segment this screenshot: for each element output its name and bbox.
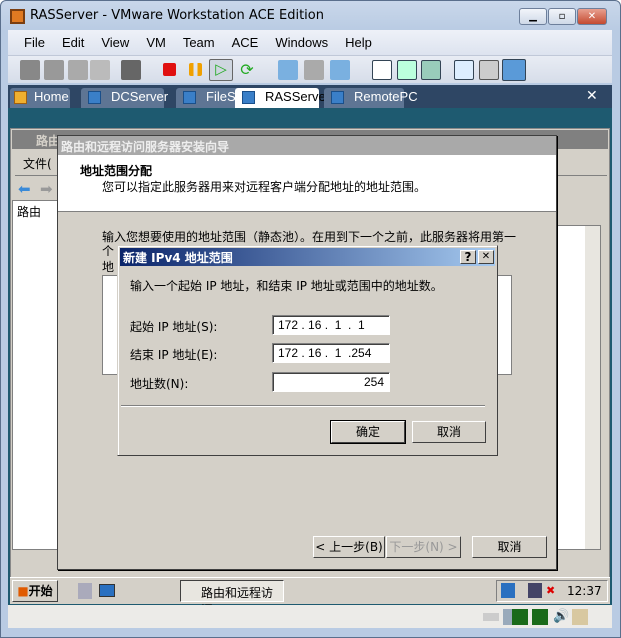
menu-windows[interactable]: Windows xyxy=(275,35,328,50)
pause-icon[interactable] xyxy=(189,63,202,76)
scrollbar[interactable] xyxy=(585,226,600,549)
vmware-logo-icon xyxy=(10,9,25,24)
vm-icon xyxy=(242,91,255,104)
network-tray-icon[interactable] xyxy=(501,583,515,598)
snapshot-icon[interactable] xyxy=(278,60,298,80)
start-ip-input[interactable]: 172 . 16 . 1 . 1 xyxy=(272,315,390,335)
tab-dcserver[interactable]: DCServer xyxy=(81,88,168,108)
forward-arrow-icon[interactable]: ➡ xyxy=(40,180,53,198)
toolbar: ▷ ⟳ xyxy=(8,55,612,83)
revert-snapshot-icon[interactable] xyxy=(304,60,324,80)
message-log-icon[interactable] xyxy=(572,609,588,625)
start-ip-label: 起始 IP 地址(S): xyxy=(130,320,218,334)
fullscreen-icon[interactable] xyxy=(397,60,417,80)
minimize-button[interactable]: ▁ xyxy=(519,8,547,25)
policy-edit-icon[interactable] xyxy=(44,60,64,80)
vm-icon xyxy=(88,91,101,104)
console-view-icon[interactable] xyxy=(454,60,474,80)
reset-icon[interactable]: ⟳ xyxy=(237,60,257,80)
volume-muted-icon[interactable]: ✖ xyxy=(546,584,555,597)
play-icon[interactable]: ▷ xyxy=(209,59,233,81)
menu-file[interactable]: File xyxy=(24,35,45,50)
hard-disk-icon[interactable] xyxy=(483,613,499,621)
address-count-label: 地址数(N): xyxy=(130,377,189,391)
tab-rasserver[interactable]: RASServer xyxy=(235,88,330,108)
sound-icon[interactable]: 🔊 xyxy=(553,609,569,625)
address-count-input[interactable]: 254 xyxy=(272,372,390,392)
back-arrow-icon[interactable]: ⬅ xyxy=(18,180,31,198)
device-icon[interactable] xyxy=(68,60,88,80)
menu-team[interactable]: Team xyxy=(183,35,215,50)
vm-icon xyxy=(183,91,196,104)
wizard-cancel-button[interactable]: 取消 xyxy=(472,536,547,558)
dialog-title: 新建 IPv4 地址范围 xyxy=(120,248,495,266)
start-button[interactable]: ■开始 xyxy=(12,580,58,602)
connection-tray-icon[interactable] xyxy=(528,583,542,598)
divider xyxy=(121,405,485,407)
dialog-close-button[interactable]: ✕ xyxy=(478,250,494,264)
dialog-instruction: 输入一个起始 IP 地址，和结束 IP 地址或范围中的地址数。 xyxy=(130,279,443,293)
snapshot-manager-icon[interactable] xyxy=(330,60,350,80)
taskbar-routing-button[interactable]: 路由和远程访问 xyxy=(180,580,284,617)
menu-edit[interactable]: Edit xyxy=(62,35,84,50)
window-title: RASServer - VMware Workstation ACE Editi… xyxy=(30,8,324,23)
quick-switch-icon[interactable] xyxy=(421,60,441,80)
wizard-title: 路由和远程访问服务器安装向导 xyxy=(58,136,556,155)
wizard-body-text-2: 个 xyxy=(102,244,115,258)
wizard-subheading: 您可以指定此服务器用来对远程客户端分配地址的地址范围。 xyxy=(102,180,427,194)
network-adapter-2-icon[interactable] xyxy=(532,609,548,625)
package-icon[interactable] xyxy=(121,60,141,80)
tab-remotepc[interactable]: RemotePC xyxy=(324,88,418,108)
close-button[interactable]: ✕ xyxy=(577,8,607,25)
vm-icon xyxy=(331,91,344,104)
home-icon xyxy=(14,91,27,104)
ok-button[interactable]: 确定 xyxy=(330,420,406,444)
maximize-button[interactable]: ▫ xyxy=(548,8,576,25)
mmc-tree-pane: 路由 xyxy=(12,200,58,550)
wizard-body-text: 输入您想要使用的地址范围（静态池）。在用到下一个之前，此服务器将用第一 xyxy=(102,230,517,244)
next-button[interactable]: 下一步(N) > xyxy=(386,536,461,558)
menu-ace[interactable]: ACE xyxy=(232,35,259,50)
mmc-tree-root[interactable]: 路由 xyxy=(17,205,41,219)
show-desktop-icon[interactable] xyxy=(99,584,115,597)
tab-bar: Home DCServer FileServer RASServer Remot… xyxy=(8,85,612,108)
sidebar-view-icon[interactable] xyxy=(372,60,392,80)
end-ip-input[interactable]: 172 . 16 . 1 .254 xyxy=(272,343,390,363)
menu-view[interactable]: View xyxy=(101,35,129,50)
tabs-view-icon[interactable] xyxy=(502,59,526,81)
clock: 12:37 xyxy=(567,584,602,598)
end-ip-label: 结束 IP 地址(E): xyxy=(130,348,218,362)
menu-vm[interactable]: VM xyxy=(146,35,166,50)
policy-icon[interactable] xyxy=(20,60,40,80)
wizard-header: 地址范围分配 您可以指定此服务器用来对远程客户端分配地址的地址范围。 xyxy=(58,155,556,212)
menu-help[interactable]: Help xyxy=(345,35,372,50)
server-manager-icon[interactable] xyxy=(78,583,92,599)
usb-icon[interactable] xyxy=(90,60,110,80)
dialog-cancel-button[interactable]: 取消 xyxy=(412,421,486,443)
tab-home[interactable]: Home xyxy=(10,88,70,108)
help-button[interactable]: ? xyxy=(460,250,476,264)
menu-bar: File Edit View VM Team ACE Windows Help xyxy=(8,30,612,55)
stop-icon[interactable] xyxy=(163,63,176,76)
close-tab-icon[interactable]: ✕ xyxy=(586,88,598,104)
back-button[interactable]: < 上一步(B) xyxy=(313,536,385,558)
mmc-menu-file[interactable]: 文件( xyxy=(23,157,52,171)
wizard-heading: 地址范围分配 xyxy=(80,164,153,178)
wizard-body-text-3: 地 xyxy=(102,260,115,274)
summary-view-icon[interactable] xyxy=(479,60,499,80)
network-adapter-icon[interactable] xyxy=(512,609,528,625)
windows-logo-icon: ■ xyxy=(17,584,29,598)
